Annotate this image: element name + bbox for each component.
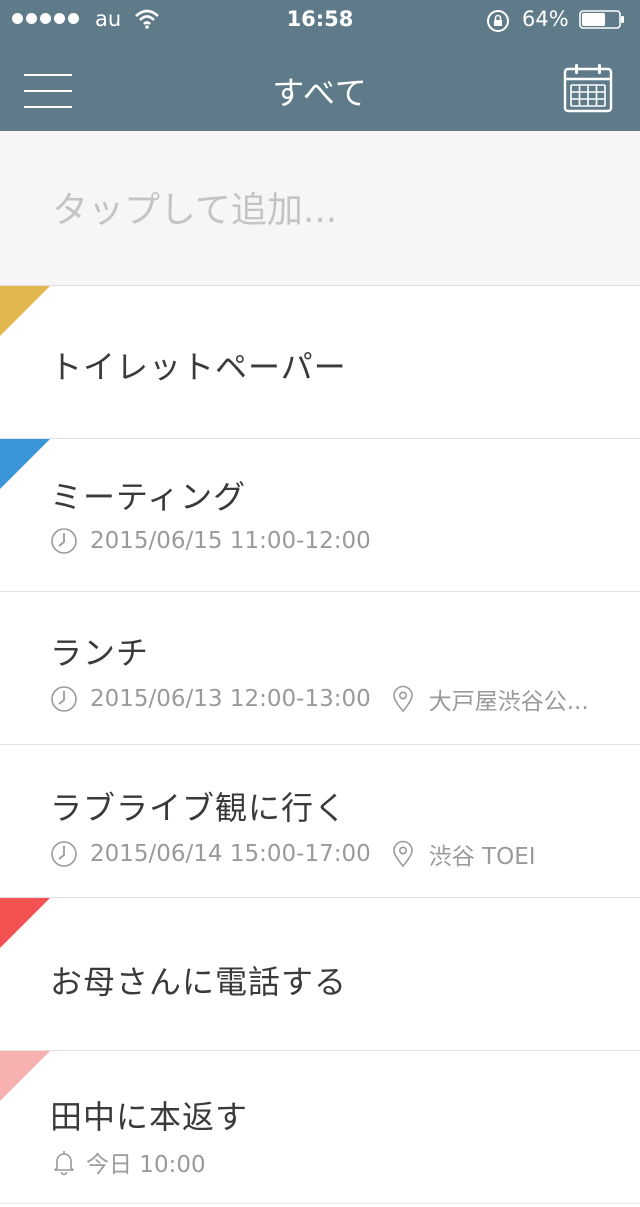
header: au 16:58 64% すべて: [0, 0, 640, 131]
battery-percent: 64%: [522, 7, 569, 31]
task-meta: 2015/06/15 11:00-12:00: [50, 527, 371, 555]
location-pin-icon: [392, 840, 413, 868]
task-meta: 2015/06/14 15:00-17:00 渋谷 TOEI: [50, 837, 536, 871]
task-title: ミーティング: [50, 478, 247, 516]
task-item[interactable]: ラブライブ観に行く 2015/06/14 15:00-17:00 渋谷 TOEI: [0, 745, 640, 898]
battery-icon: [579, 10, 624, 29]
task-title: ランチ: [50, 634, 150, 672]
navigation-bar: すべて: [0, 40, 640, 131]
task-item[interactable]: ランチ 2015/06/13 12:00-13:00 大戸屋渋谷公...: [0, 592, 640, 745]
rotation-lock-icon: [487, 10, 509, 32]
add-task-row: [0, 131, 640, 286]
task-location: 渋谷 TOEI: [428, 844, 536, 870]
task-datetime: 2015/06/14 15:00-17:00: [90, 841, 371, 867]
task-item[interactable]: 田中に本返す 今日 10:00: [0, 1051, 640, 1204]
clock-icon: [51, 528, 77, 554]
task-datetime: 2015/06/13 12:00-13:00: [90, 686, 371, 712]
add-task-input[interactable]: [50, 183, 614, 237]
bell-icon: [54, 1151, 74, 1176]
clock-icon: [51, 686, 77, 712]
task-datetime: 2015/06/15 11:00-12:00: [90, 528, 371, 554]
task-title: お母さんに電話する: [50, 963, 348, 1001]
priority-flag: [0, 439, 50, 489]
task-location: 大戸屋渋谷公...: [428, 689, 589, 715]
task-reminder: 今日 10:00: [86, 1152, 206, 1178]
priority-flag: [0, 286, 50, 336]
task-title: 田中に本返す: [50, 1098, 249, 1136]
calendar-icon[interactable]: [562, 62, 614, 114]
task-title: トイレットペーパー: [50, 348, 347, 386]
task-meta: 2015/06/13 12:00-13:00 大戸屋渋谷公...: [50, 682, 589, 716]
task-title: ラブライブ観に行く: [50, 789, 348, 827]
page-title: すべて: [272, 74, 368, 112]
status-bar: au 16:58 64%: [0, 0, 640, 40]
task-meta: 今日 10:00: [50, 1145, 206, 1179]
clock-icon: [51, 841, 77, 867]
task-item[interactable]: ミーティング 2015/06/15 11:00-12:00: [0, 439, 640, 592]
priority-flag: [0, 1051, 50, 1101]
task-item[interactable]: トイレットペーパー: [0, 286, 640, 439]
task-item[interactable]: お母さんに電話する: [0, 898, 640, 1051]
priority-flag: [0, 898, 50, 948]
location-pin-icon: [392, 685, 413, 713]
